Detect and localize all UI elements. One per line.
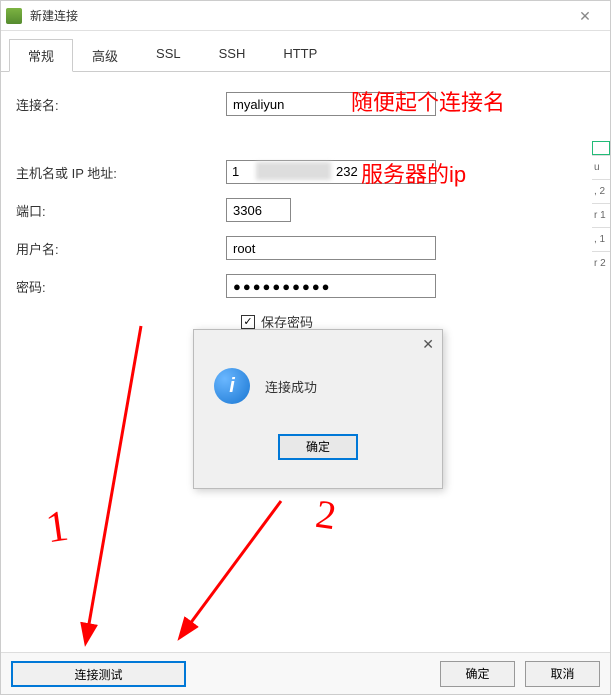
label-user: 用户名: — [16, 239, 226, 258]
hand-mark-1: 1 — [43, 500, 72, 554]
popup-message: 连接成功 — [265, 377, 317, 396]
info-icon: i — [214, 368, 250, 404]
form-area: 连接名: 主机名或 IP 地址: 1 232 端口: 用户名: 密码: — [1, 72, 610, 351]
label-password: 密码: — [16, 277, 226, 296]
label-port: 端口: — [16, 201, 226, 220]
row-connection-name: 连接名: — [16, 92, 595, 116]
dialog-window: 新建连接 ✕ 常规 高级 SSL SSH HTTP 连接名: 主机名或 IP 地… — [0, 0, 611, 695]
row-user: 用户名: — [16, 236, 595, 260]
checkbox-save-password[interactable]: ✓ — [241, 315, 255, 329]
bottom-bar: 连接测试 确定 取消 — [1, 652, 610, 694]
tab-ssh[interactable]: SSH — [200, 39, 265, 71]
row-host: 主机名或 IP 地址: 1 232 — [16, 160, 595, 184]
checkmark-icon: ✓ — [243, 315, 252, 328]
host-prefix: 1 — [232, 164, 239, 179]
popup-body: i 连接成功 — [194, 358, 442, 414]
info-icon-glyph: i — [229, 375, 235, 398]
window-title: 新建连接 — [30, 7, 565, 24]
cancel-button[interactable]: 取消 — [525, 661, 600, 687]
side-fragment: u — [592, 155, 610, 179]
label-connection-name: 连接名: — [16, 95, 226, 114]
close-icon[interactable]: ✕ — [565, 2, 605, 30]
ok-button[interactable]: 确定 — [440, 661, 515, 687]
row-port: 端口: — [16, 198, 595, 222]
input-user[interactable] — [226, 236, 436, 260]
test-connection-button[interactable]: 连接测试 — [11, 661, 186, 687]
popup-titlebar: ✕ — [194, 330, 442, 358]
host-blur-mask — [256, 162, 331, 180]
hand-mark-2: 2 — [313, 490, 339, 539]
popup-success: ✕ i 连接成功 确定 — [193, 329, 443, 489]
row-password: 密码: — [16, 274, 595, 298]
tab-advanced[interactable]: 高级 — [73, 39, 137, 71]
side-fragment: , 1 — [592, 227, 610, 251]
input-password[interactable] — [226, 274, 436, 298]
side-fragment: r 2 — [592, 251, 610, 275]
tabs-bar: 常规 高级 SSL SSH HTTP — [1, 31, 610, 72]
popup-buttons: 确定 — [194, 434, 442, 460]
popup-ok-button[interactable]: 确定 — [278, 434, 358, 460]
app-icon — [6, 8, 22, 24]
side-fragment — [592, 141, 610, 155]
host-suffix: 232 — [336, 164, 358, 179]
popup-close-icon[interactable]: ✕ — [422, 336, 434, 353]
label-host: 主机名或 IP 地址: — [16, 163, 226, 182]
side-fragment: , 2 — [592, 179, 610, 203]
tab-general[interactable]: 常规 — [9, 39, 73, 72]
annotation-connection-name: 随便起个连接名 — [351, 85, 505, 117]
tab-ssl[interactable]: SSL — [137, 39, 200, 71]
side-fragment: r 1 — [592, 203, 610, 227]
titlebar: 新建连接 ✕ — [1, 1, 610, 31]
tab-http[interactable]: HTTP — [264, 39, 336, 71]
background-window-peek: u , 2 r 1 , 1 r 2 — [592, 141, 610, 441]
annotation-host: 服务器的ip — [361, 157, 466, 189]
input-port[interactable] — [226, 198, 291, 222]
